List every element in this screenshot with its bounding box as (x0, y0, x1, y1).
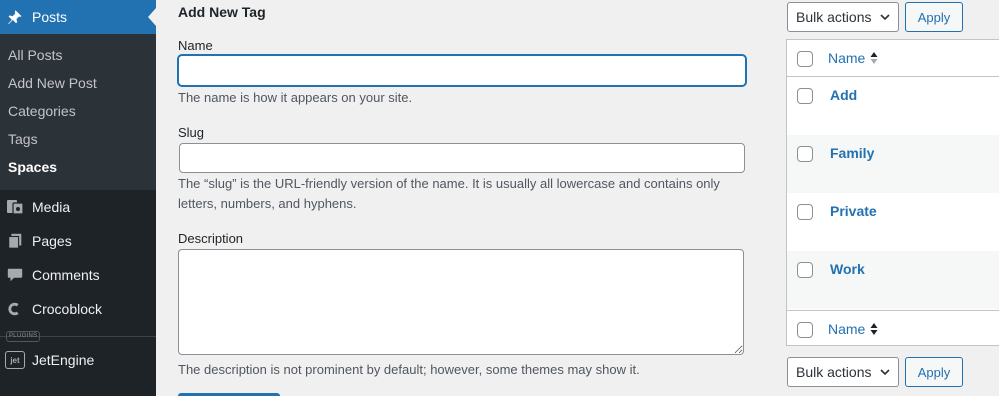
name-column-sort[interactable]: Name (828, 50, 878, 66)
tag-name-link[interactable]: Private (830, 203, 877, 219)
jetengine-icon: jet (5, 351, 25, 369)
menu-item-label: Pages (32, 233, 72, 249)
tags-table: Name Add Family Private Work Name (786, 39, 999, 346)
submenu-all-posts[interactable]: All Posts (8, 47, 62, 63)
pages-icon (5, 231, 25, 251)
comments-icon (5, 265, 25, 285)
menu-item-crocoblock[interactable]: Crocoblock (0, 292, 156, 326)
plugins-section-label: PLUGINS (6, 331, 41, 342)
bulk-actions-select-top[interactable]: Bulk actions (787, 2, 899, 32)
crocoblock-icon (5, 299, 25, 319)
submenu-tags[interactable]: Tags (8, 131, 38, 147)
sort-icon (870, 322, 878, 336)
bulk-actions-label: Bulk actions (796, 364, 872, 380)
menu-item-label: Media (32, 199, 71, 215)
menu-item-label: Crocoblock (32, 301, 103, 317)
select-all-checkbox-bottom[interactable] (797, 322, 813, 338)
table-row: Family (787, 135, 999, 193)
select-all-checkbox[interactable] (797, 51, 813, 67)
name-column-sort-bottom[interactable]: Name (828, 321, 878, 337)
name-column-label: Name (828, 50, 866, 66)
chevron-down-icon (880, 369, 890, 376)
sort-icon (870, 51, 878, 65)
description-help-text: The description is not prominent by defa… (178, 362, 640, 377)
submenu-categories[interactable]: Categories (8, 103, 76, 119)
submenu-add-new-post[interactable]: Add New Post (8, 75, 97, 91)
apply-button-bottom[interactable]: Apply (905, 357, 963, 387)
menu-item-jetengine[interactable]: jet JetEngine (0, 343, 156, 377)
table-row: Add (787, 77, 999, 135)
tag-name-link[interactable]: Family (830, 145, 874, 161)
posts-submenu: All Posts Add New Post Categories Tags S… (0, 34, 156, 190)
bulk-actions-select-bottom[interactable]: Bulk actions (787, 357, 899, 387)
menu-item-label: Comments (32, 267, 100, 283)
tag-name-link[interactable]: Add (830, 87, 857, 103)
row-checkbox[interactable] (797, 262, 813, 278)
name-help-text: The name is how it appears on your site. (178, 90, 413, 105)
slug-input[interactable] (179, 143, 745, 173)
tag-name-link[interactable]: Work (830, 261, 865, 277)
name-column-label: Name (828, 321, 866, 337)
row-checkbox[interactable] (797, 204, 813, 220)
admin-sidebar: Posts All Posts Add New Post Categories … (0, 0, 156, 396)
table-row: Private (787, 193, 999, 251)
jetengine-icon-text: jet (10, 355, 20, 365)
media-icon (5, 197, 25, 217)
table-row: Work (787, 251, 999, 309)
menu-item-media[interactable]: Media (0, 190, 156, 224)
menu-item-label: JetEngine (32, 352, 95, 368)
menu-item-pages[interactable]: Pages (0, 224, 156, 258)
form-heading: Add New Tag (178, 4, 266, 20)
apply-button-top[interactable]: Apply (905, 2, 963, 32)
menu-item-label: Posts (32, 9, 68, 25)
slug-help-text: The “slug” is the URL-friendly version o… (178, 176, 720, 211)
name-label: Name (178, 38, 213, 53)
slug-label: Slug (178, 125, 205, 140)
chevron-down-icon (880, 14, 890, 21)
menu-item-posts[interactable]: Posts (0, 0, 156, 34)
bulk-actions-label: Bulk actions (796, 9, 872, 25)
pushpin-icon (5, 7, 25, 27)
table-footer: Name (787, 310, 999, 347)
name-input[interactable] (178, 55, 746, 86)
table-header: Name (787, 40, 999, 77)
description-label: Description (178, 231, 244, 246)
menu-item-comments[interactable]: Comments (0, 258, 156, 292)
description-input[interactable] (178, 249, 744, 355)
row-checkbox[interactable] (797, 88, 813, 104)
submenu-spaces[interactable]: Spaces (8, 159, 57, 175)
row-checkbox[interactable] (797, 146, 813, 162)
